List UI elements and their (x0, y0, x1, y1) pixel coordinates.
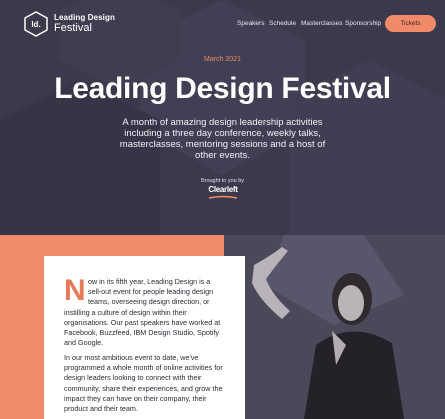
sponsor-name[interactable]: Clearleft (207, 185, 239, 194)
page-title: Leading Design Festival (54, 72, 391, 105)
nav-schedule[interactable]: Schedule (269, 20, 296, 27)
para1-line-2: sell-out event for people leading design (88, 287, 214, 297)
about-paragraph-2: In our most ambitious event to date, we'… (64, 353, 223, 414)
brought-by-label: Brought to you by (200, 178, 245, 184)
logo-title[interactable]: Leading Design (54, 13, 115, 22)
nav-sponsorship[interactable]: Sponsorship (345, 20, 381, 27)
about-paragraph-1: ow in its fifth year, Leading Design is … (64, 277, 229, 348)
nav-speakers[interactable]: Speakers (237, 20, 264, 27)
nav-masterclasses[interactable]: Masterclasses (301, 20, 343, 27)
tickets-button[interactable]: Tickets (385, 15, 436, 32)
logo-subtitle[interactable]: Festival (54, 22, 92, 34)
about-card: N ow in its fifth year, Leading Design i… (44, 256, 245, 419)
para1-rest: instilling a culture of design within th… (64, 307, 221, 348)
hero-intro: A month of amazing design leadership act… (119, 117, 326, 161)
clearleft-swoosh-icon (208, 195, 238, 199)
hero-section: ld. Leading Design Festival Speakers Sch… (0, 0, 445, 235)
hexagon-logo-icon[interactable]: ld. (24, 11, 48, 37)
speaker-photo-illustration (224, 235, 445, 419)
logo-mark-text: ld. (31, 20, 40, 29)
para1-line-1: ow in its fifth year, Leading Design is … (88, 277, 211, 286)
speaker-photo (224, 235, 445, 419)
para1-line-3: teams, overseeing design direction, or (88, 297, 210, 307)
event-date: March 2021 (204, 56, 241, 63)
